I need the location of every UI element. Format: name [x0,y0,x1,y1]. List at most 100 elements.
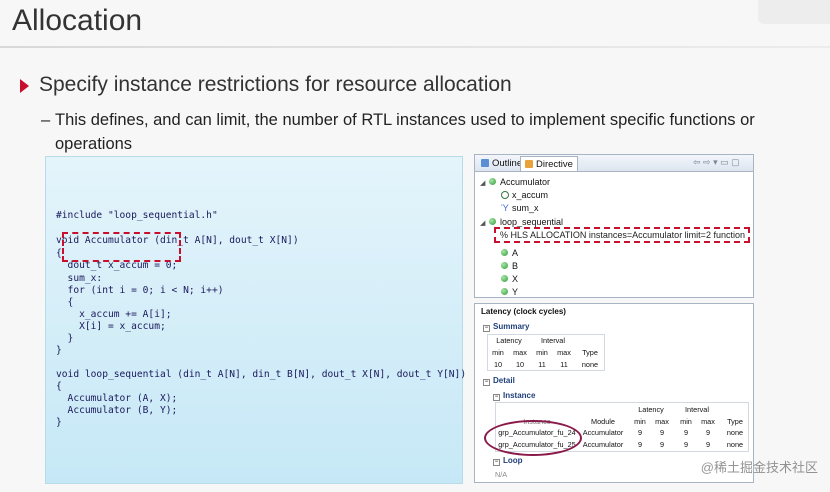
instance-col-header: Module [591,417,615,426]
collapse-icon[interactable]: − [493,394,500,401]
code-line: } [56,333,74,344]
directive-icon [525,160,533,168]
collapse-icon[interactable]: − [483,325,490,332]
summary-col-header: min [536,348,548,357]
code-line: #include "loop_sequential.h" [56,210,218,221]
title-divider [0,46,830,48]
bullet-arrow-icon [20,79,29,93]
tab-directive-label: Directive [536,159,573,170]
code-line: } [56,417,62,428]
summary-group-header: Interval [541,336,565,345]
tree-item-port-b[interactable]: B [501,260,518,273]
tree-item-port-a[interactable]: A [501,247,518,260]
tree-item-label: X [512,274,519,284]
code-line: Accumulator (B, Y); [56,405,178,416]
tree-item-label: A [512,248,519,258]
instance-cell: 9 [683,428,689,437]
code-panel: #include "loop_sequential.h" void Accumu… [45,156,466,484]
instance-cell: 9 [659,428,665,437]
allocation-pragma-highlight[interactable]: % HLS ALLOCATION instances=Accumulator l… [494,227,750,243]
sub-bullet-text: This defines, and can limit, the number … [55,111,755,153]
instance-col-header: min [680,417,692,426]
summary-group-header: Latency [496,336,522,345]
tree-item-label: sum_x [512,203,539,213]
summary-section[interactable]: − Summary [483,322,529,332]
instance-col-header: max [701,417,715,426]
tree-item-port-x[interactable]: X [501,273,518,286]
instances-highlight-ellipse [484,420,582,456]
port-icon [501,262,508,269]
function-icon [489,218,496,225]
summary-cell: none [581,360,599,369]
summary-col-header: max [513,348,527,357]
tree-item-x-accum[interactable]: x_accum [501,189,548,202]
slide-logo-tab [758,0,830,24]
instance-cell: 9 [637,428,643,437]
instance-col-header: Type [727,417,743,426]
code-line: } [56,345,62,356]
instance-cell: 9 [705,440,711,449]
sub-bullet: – This defines, and can limit, the numbe… [41,108,827,156]
instance-group-header: Interval [685,405,709,414]
summary-col-header: min [492,348,504,357]
tree-item-sum-x[interactable]: Ύsum_x [501,202,539,215]
tab-directive[interactable]: Directive [520,156,578,171]
collapse-icon[interactable]: ◢ [480,177,489,190]
summary-label: Summary [493,322,530,331]
instance-cell: 9 [705,428,711,437]
instance-col-header: max [655,417,669,426]
summary-cell: 10 [515,360,525,369]
code-line: for (int i = 0; i < N; i++) [56,285,224,296]
collapse-icon[interactable]: ◢ [480,217,489,230]
pragma-label: HLS ALLOCATION instances=Accumulator lim… [510,230,745,240]
detail-label: Detail [493,376,515,385]
collapse-icon[interactable]: − [493,459,500,466]
code-line: { [56,248,62,259]
summary-cell: 10 [493,360,503,369]
tree-item-label: x_accum [512,190,549,200]
tree-item-label: loop_sequential [500,217,564,227]
code-line: { [56,297,74,308]
code-line: x_accum += A[i]; [56,309,172,320]
instance-col-header: min [634,417,646,426]
instance-cell: Accumulator [582,440,624,449]
view-toolbar-icons[interactable]: ⇦ ⇨ ▾ ▭ ▢ [693,157,740,168]
slide-title: Allocation [12,4,143,37]
port-icon [501,249,508,256]
tab-outline[interactable]: Outline [477,156,526,171]
watermark: @稀土掘金技术社区 [700,460,818,475]
instance-section[interactable]: − Instance [493,391,535,401]
collapse-icon[interactable]: − [483,379,490,386]
outline-icon [481,159,489,167]
sub-bullet-dash: – [41,111,51,129]
latency-report-panel: Latency (clock cycles) − Summary Latency … [474,303,754,483]
function-icon [489,178,496,185]
tree-item-port-y[interactable]: Y [501,286,518,299]
summary-col-header: Type [582,348,598,357]
loop-section[interactable]: − Loop [493,456,523,466]
detail-section[interactable]: − Detail [483,376,515,386]
port-icon [501,288,508,295]
tree-item-accumulator[interactable]: ◢ Accumulator [480,176,550,189]
instance-label: Instance [503,391,536,400]
code-line: X[i] = x_accum; [56,321,166,332]
directive-panel: Outline Directive ⇦ ⇨ ▾ ▭ ▢ ◢ Accumulator… [474,154,754,298]
instance-cell: none [726,428,744,437]
code-line: { [56,381,62,392]
accumulator-calls-highlight [62,232,181,262]
tree-item-label: B [512,261,519,271]
instance-group-header: Latency [638,405,664,414]
loop-icon: Ύ [501,203,509,213]
port-icon [501,275,508,282]
tree-item-label: Y [512,287,519,297]
instance-cell: Accumulator [582,428,624,437]
loop-label: Loop [503,456,523,465]
code-line: sum_x: [56,273,103,284]
tab-outline-label: Outline [492,158,523,169]
code-line: Accumulator (A, X); [56,393,178,404]
main-bullet: Specify instance restrictions for resour… [39,73,512,96]
summary-cell: 11 [560,360,568,369]
directive-tabbar: Outline Directive ⇦ ⇨ ▾ ▭ ▢ [475,155,753,172]
summary-cell: 11 [538,360,546,369]
latency-header: Latency (clock cycles) [481,307,566,316]
